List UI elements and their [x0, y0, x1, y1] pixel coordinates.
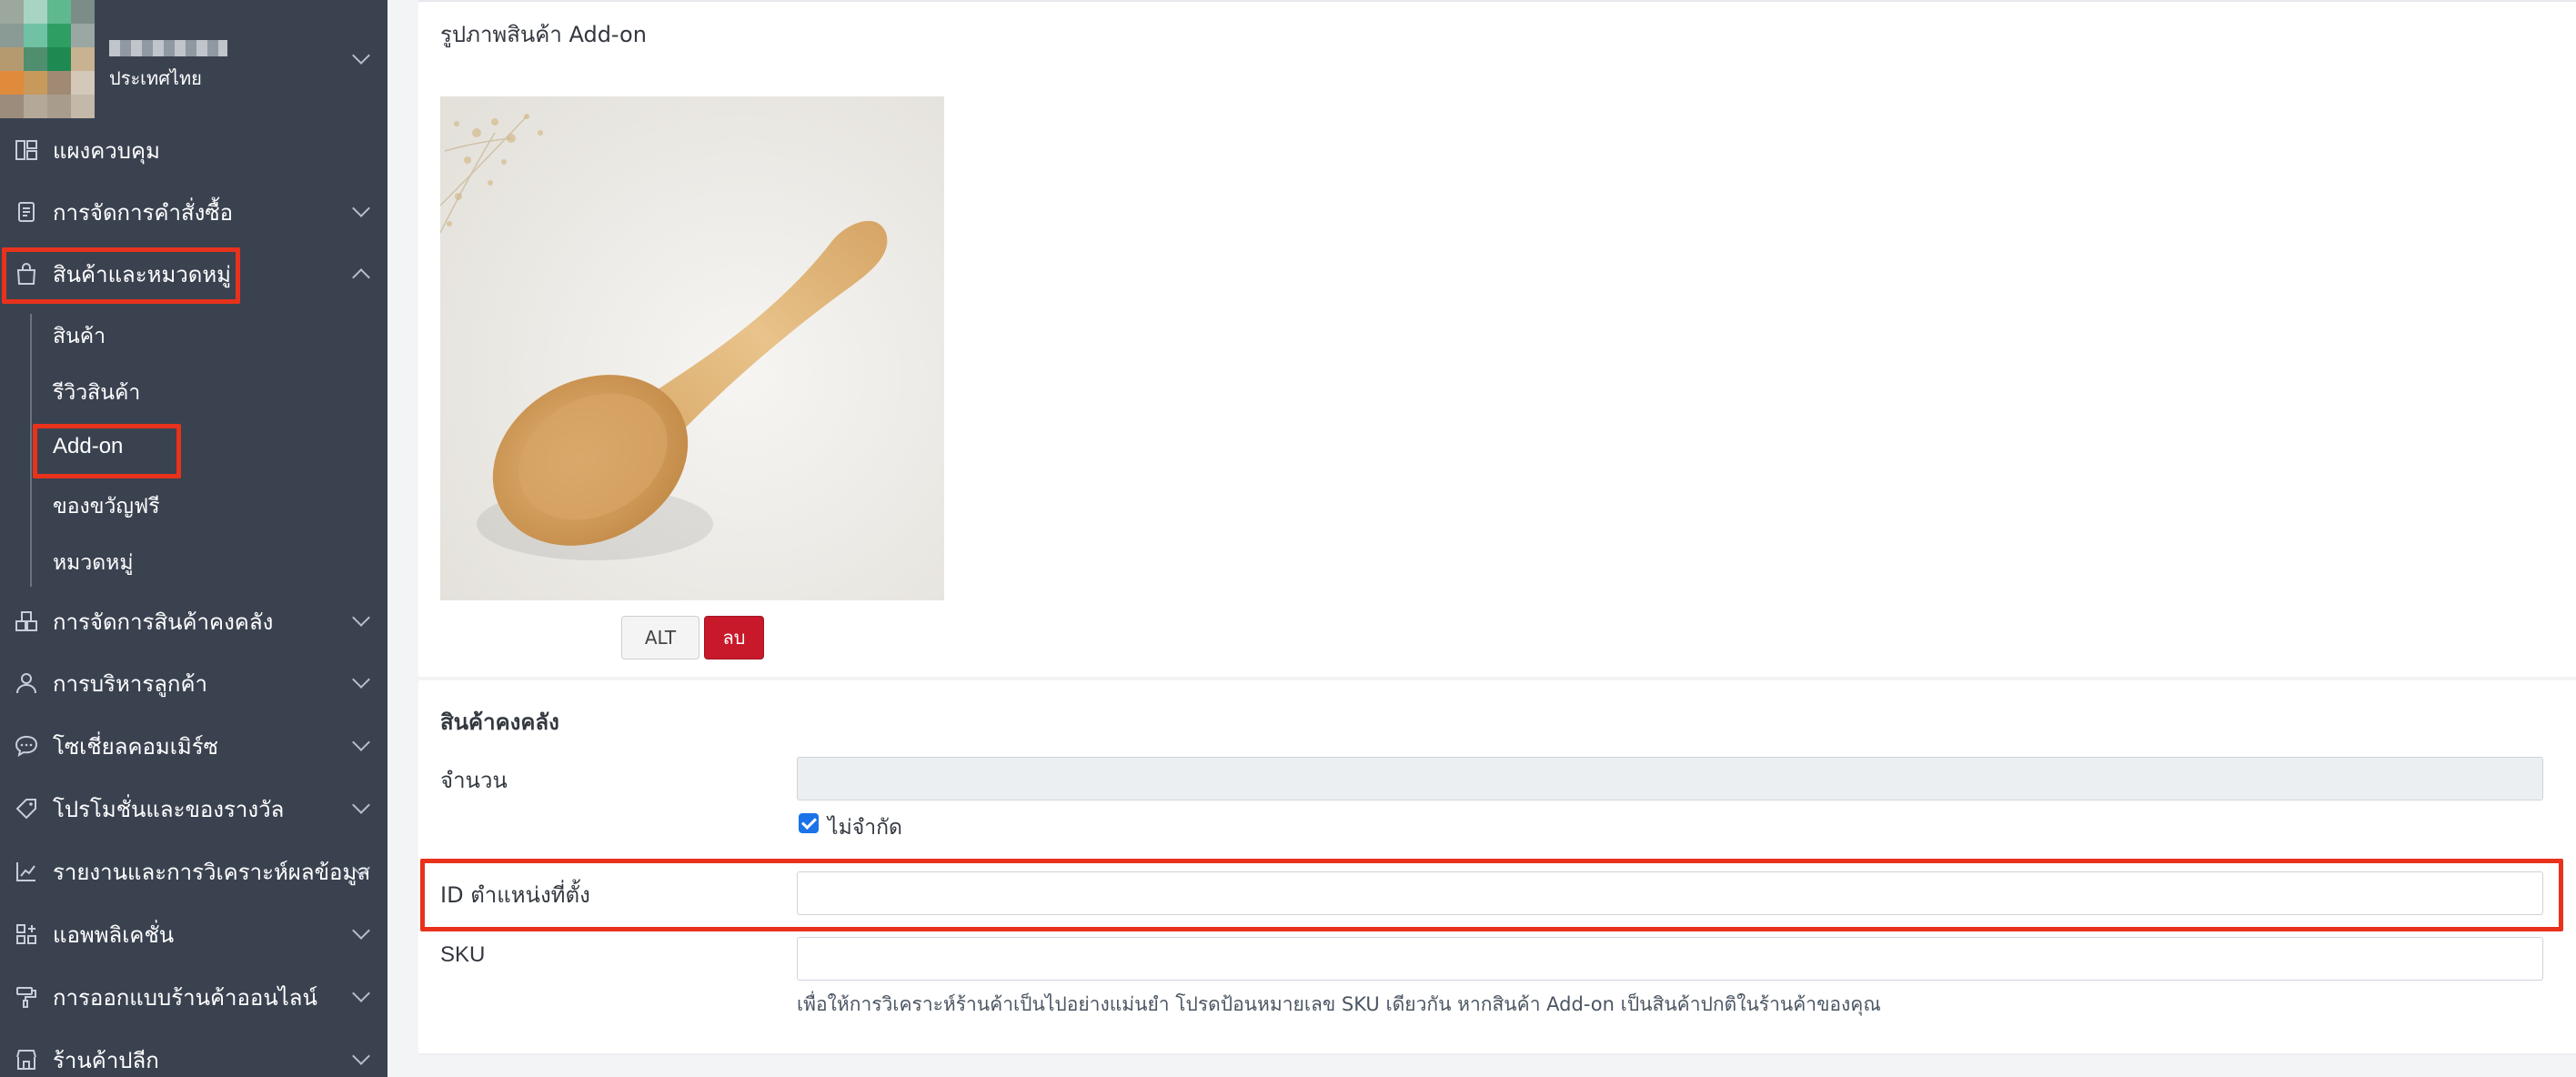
delete-image-button[interactable]: ลบ: [704, 616, 764, 659]
sidebar-item-social-commerce[interactable]: โซเชี่ยลคอมเมิร์ซ: [0, 718, 387, 774]
avatar-pixel: [0, 0, 24, 24]
dashboard-icon: [15, 140, 37, 160]
sidebar-item-label: การบริหารลูกค้า: [53, 670, 207, 697]
avatar-pixel: [0, 95, 24, 118]
clipboard-icon: [18, 202, 35, 222]
avatar-pixel: [71, 0, 95, 24]
avatar-pixel: [24, 71, 47, 95]
main-content: รูปภาพสินค้า Add-on ALT ลบ สินค้าคงคลัง …: [387, 0, 2576, 1077]
submenu-item-free-gifts[interactable]: ของขวัญฟรี: [53, 490, 160, 523]
store-country: ประเทศไทย: [109, 67, 202, 89]
card-divider: [418, 1053, 2576, 1055]
sidebar-item-label: โซเชี่ยลคอมเมิร์ซ: [53, 733, 218, 760]
wooden-spoon-image: [440, 96, 944, 600]
store-name-blurred: [109, 40, 227, 56]
quantity-input[interactable]: [797, 757, 2543, 800]
avatar-pixel: [0, 24, 24, 47]
submenu-item-reviews[interactable]: รีวิวสินค้า: [53, 377, 140, 409]
paint-roller-icon: [16, 987, 36, 1008]
alt-button-label: ALT: [644, 627, 677, 649]
chevron-down-icon: [352, 670, 370, 689]
sku-help-text: เพื่อให้การวิเคราะห์ร้านค้าเป็นไปอย่างแม…: [797, 993, 1881, 1015]
sidebar-item-label: แอพพลิเคชั่น: [53, 921, 175, 948]
chat-bubble-icon: [15, 735, 38, 758]
sidebar-item-inventory[interactable]: การจัดการสินค้าคงคลัง: [0, 593, 387, 649]
sidebar-item-label: รายงานและการวิเคราะห์ผลข้อมูล: [53, 859, 370, 885]
unlimited-checkbox[interactable]: [799, 813, 819, 833]
avatar-pixel: [71, 24, 95, 47]
chevron-up-icon: [352, 268, 370, 287]
sidebar-item-label: การจัดการคำสั่งซื้อ: [53, 199, 234, 226]
avatar-pixel: [47, 0, 71, 24]
image-card: รูปภาพสินค้า Add-on ALT ลบ: [418, 0, 2576, 677]
avatar-pixel: [0, 71, 24, 95]
sidebar-item-label: ร้านค้าปลีก: [53, 1047, 159, 1073]
chevron-down-icon: [352, 1047, 370, 1065]
submenu-item-categories[interactable]: หมวดหมู่: [53, 547, 134, 579]
avatar-pixel: [24, 24, 47, 47]
sidebar-item-orders[interactable]: การจัดการคำสั่งซื้อ: [0, 184, 387, 240]
sidebar-item-applications[interactable]: แอพพลิเคชั่น: [0, 906, 387, 962]
inventory-card: สินค้าคงคลัง จำนวน ไม่จำกัด ID ตำแหน่งที…: [418, 680, 2576, 1053]
sidebar-item-dashboard[interactable]: แผงควบคุม: [0, 122, 387, 178]
avatar-pixel: [24, 95, 47, 118]
sidebar-item-label: การออกแบบร้านค้าออนไลน์: [53, 984, 317, 1011]
sku-label: SKU: [440, 942, 486, 967]
sidebar-item-label: สินค้าและหมวดหมู่: [53, 261, 231, 287]
location-id-label: ID ตำแหน่งที่ตั้ง: [440, 882, 590, 908]
sidebar-item-customers[interactable]: การบริหารลูกค้า: [0, 655, 387, 711]
chevron-down-icon: [352, 199, 370, 217]
avatar-pixel: [47, 71, 71, 95]
chevron-down-icon: [352, 609, 370, 627]
avatar-pixel: [24, 47, 47, 71]
unlimited-label: ไม่จำกัด: [828, 816, 902, 840]
chevron-down-icon: [352, 921, 370, 940]
user-icon: [16, 673, 36, 694]
alt-text-button[interactable]: ALT: [621, 616, 699, 659]
sidebar-item-reports[interactable]: รายงานและการวิเคราะห์ผลข้อมูล: [0, 843, 387, 900]
sidebar-item-store-design[interactable]: การออกแบบร้านค้าออนไลน์: [0, 969, 387, 1025]
location-id-input[interactable]: [797, 871, 2543, 915]
avatar-pixel: [0, 47, 24, 71]
warehouse-icon: [15, 611, 37, 631]
avatar-pixel: [71, 71, 95, 95]
chevron-down-icon: [352, 984, 370, 1002]
product-image: [440, 96, 944, 600]
submenu-item-products[interactable]: สินค้า: [53, 320, 106, 353]
image-section-title: รูปภาพสินค้า Add-on: [440, 22, 647, 47]
sidebar-item-label: การจัดการสินค้าคงคลัง: [53, 609, 274, 635]
inventory-section-title: สินค้าคงคลัง: [440, 710, 559, 735]
store-avatar: [0, 0, 95, 118]
sidebar: ประเทศไทย แผงควบคุม การจัดการคำสั่งซื้อ …: [0, 0, 387, 1077]
tag-icon: [15, 799, 36, 820]
avatar-pixel: [71, 47, 95, 71]
delete-button-label: ลบ: [722, 627, 746, 649]
avatar-pixel: [71, 95, 95, 118]
sidebar-item-retail-store[interactable]: ร้านค้าปลีก: [0, 1032, 387, 1077]
submenu-item-addon[interactable]: Add-on: [53, 434, 123, 459]
avatar-pixel: [47, 24, 71, 47]
chart-icon: [16, 862, 35, 881]
submenu-guide-line: [30, 314, 32, 587]
store-icon: [16, 1050, 36, 1070]
quantity-label: จำนวน: [440, 768, 508, 793]
store-switcher[interactable]: ประเทศไทย: [0, 0, 387, 118]
shopping-bag-icon: [16, 263, 36, 285]
sidebar-item-products-categories[interactable]: สินค้าและหมวดหมู่: [0, 246, 387, 302]
sidebar-item-label: แผงควบคุม: [53, 137, 160, 164]
avatar-pixel: [24, 0, 47, 24]
sidebar-item-label: โปรโมชั่นและของรางวัล: [53, 796, 285, 822]
chevron-down-icon: [352, 796, 370, 814]
avatar-pixel: [47, 47, 71, 71]
avatar-pixel: [47, 95, 71, 118]
sidebar-item-promotions[interactable]: โปรโมชั่นและของรางวัล: [0, 780, 387, 837]
sku-input[interactable]: [797, 937, 2543, 981]
chevron-down-icon: [352, 733, 370, 751]
chevron-down-icon: [352, 46, 370, 65]
apps-grid-icon: [16, 924, 36, 944]
